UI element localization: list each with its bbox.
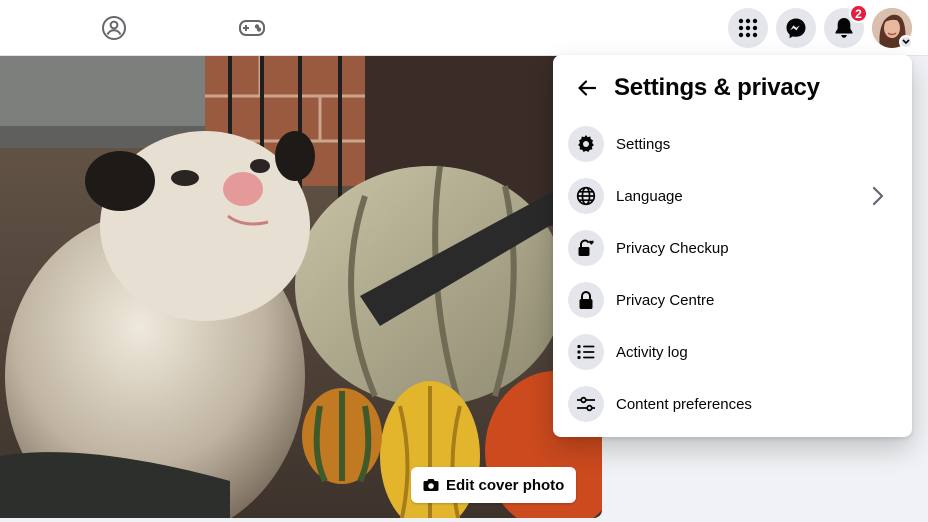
edit-cover-photo-label: Edit cover photo <box>446 476 565 494</box>
globe-icon <box>568 178 604 214</box>
back-button[interactable] <box>569 70 605 106</box>
menu-item-activity-log[interactable]: Activity log <box>561 326 904 378</box>
top-navigation-bar: 2 <box>0 0 928 56</box>
menu-label-settings: Settings <box>616 135 671 153</box>
menu-item-settings[interactable]: Settings <box>561 118 904 170</box>
panel-header: Settings & privacy <box>569 67 820 109</box>
back-arrow-icon <box>578 80 596 96</box>
menu-item-privacy-checkup[interactable]: Privacy Checkup <box>561 222 904 274</box>
menu-label-privacy-checkup: Privacy Checkup <box>616 239 729 257</box>
menu-label-privacy-centre: Privacy Centre <box>616 291 715 309</box>
lock-icon <box>568 282 604 318</box>
menu-label-activity-log: Activity log <box>616 343 688 361</box>
menu-item-privacy-centre[interactable]: Privacy Centre <box>561 274 904 326</box>
lock-heart-icon <box>568 230 604 266</box>
gear-icon <box>568 126 604 162</box>
menu-item-content-preferences[interactable]: Content preferences <box>561 378 904 430</box>
chevron-right-icon <box>872 186 884 206</box>
menu-label-content-preferences: Content preferences <box>616 395 752 413</box>
notification-count-badge: 2 <box>849 4 868 23</box>
menu-label-language: Language <box>616 187 683 205</box>
list-icon <box>568 334 604 370</box>
menu-item-language[interactable]: Language <box>561 170 904 222</box>
messenger-icon <box>786 18 806 39</box>
menu-grid-icon <box>738 18 758 38</box>
cover-photo <box>0 56 602 518</box>
groups-icon[interactable] <box>96 10 132 46</box>
sliders-icon <box>568 386 604 422</box>
edit-cover-photo-button[interactable]: Edit cover photo <box>411 467 577 503</box>
menu-grid-button[interactable] <box>728 8 768 48</box>
gaming-icon[interactable] <box>234 10 270 46</box>
account-caret-icon[interactable] <box>899 35 913 49</box>
settings-privacy-panel: Settings & privacy Settings Language Pri… <box>553 55 912 437</box>
messenger-button[interactable] <box>776 8 816 48</box>
camera-icon <box>423 479 439 491</box>
notifications-button[interactable]: 2 <box>824 4 868 48</box>
panel-title: Settings & privacy <box>614 74 820 101</box>
